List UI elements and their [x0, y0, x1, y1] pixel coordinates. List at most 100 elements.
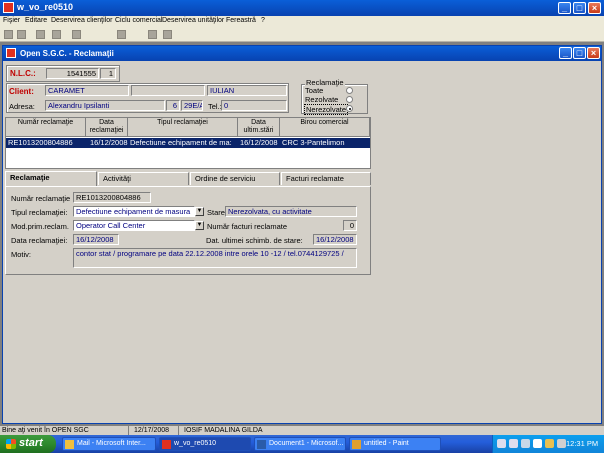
menu-file[interactable]: Fişier	[3, 17, 20, 24]
detail-date-field[interactable]: 16/12/2008	[73, 234, 119, 245]
print-icon[interactable]	[72, 30, 81, 39]
new-icon[interactable]	[36, 30, 45, 39]
detail-mode-field[interactable]: Operator Call Center	[73, 220, 195, 231]
child-window: Open S.G.C. - Reclamaţii _ □ × N.L.C.: 1…	[2, 45, 602, 424]
tab-service-orders[interactable]: Ordine de serviciu	[190, 172, 280, 185]
minimize-icon[interactable]: _	[558, 2, 571, 14]
menu-edit[interactable]: Editare	[25, 17, 47, 24]
tab-claimed-invoices[interactable]: Facturi reclamate	[281, 172, 371, 185]
child-maximize-icon[interactable]: □	[573, 47, 586, 59]
nlc-field[interactable]: 1541555	[46, 68, 99, 79]
task-word[interactable]: Document1 - Microsof...	[254, 437, 346, 451]
task-mail[interactable]: Mail - Microsoft Inter...	[62, 437, 156, 451]
detail-mode-dropdown-icon[interactable]: ▼	[195, 221, 204, 230]
detail-state-field[interactable]: Nerezolvata, cu activitate	[225, 206, 357, 217]
prev-icon[interactable]	[17, 30, 26, 39]
start-button[interactable]: start	[0, 435, 56, 453]
tab-complaint[interactable]: Reclamaţie	[5, 171, 97, 186]
detail-date-label: Data reclamaţiei:	[11, 236, 68, 245]
start-label: start	[19, 437, 43, 449]
filter-unresolved-radio[interactable]	[346, 105, 353, 112]
save-icon[interactable]	[52, 30, 61, 39]
network-icon[interactable]	[497, 439, 506, 448]
detail-type-field[interactable]: Defectiune echipament de masura	[73, 206, 195, 217]
paste-icon[interactable]	[163, 30, 172, 39]
menu-bar: Fişier Editare Deservirea clienţilor Cic…	[0, 16, 604, 28]
child-close-icon[interactable]: ×	[587, 47, 600, 59]
detail-type-dropdown-icon[interactable]: ▼	[195, 207, 204, 216]
task-main-app-label: w_vo_re0510	[174, 440, 217, 447]
street-field[interactable]: Alexandru Ipsilanti	[45, 100, 165, 111]
client-first-name-field[interactable]: IULIAN	[207, 85, 287, 96]
col-header-office[interactable]: Birou comercial	[280, 118, 370, 137]
word-icon	[257, 440, 266, 449]
app-title-bar[interactable]: w_vo_re0510 _ □ ×	[0, 0, 604, 16]
detail-state-date-field[interactable]: 16/12/2008	[313, 234, 357, 245]
filter-all-radio[interactable]	[346, 87, 353, 94]
status-divider	[178, 426, 179, 435]
child-title-bar[interactable]: Open S.G.C. - Reclamaţii _ □ ×	[3, 46, 601, 61]
status-user: IOSIF MADALINA GILDA	[184, 427, 263, 434]
menu-units-service[interactable]: Deservirea unităţilor	[162, 17, 224, 24]
nlc-label: N.L.C.:	[10, 69, 36, 78]
tray-app-icon[interactable]	[521, 439, 530, 448]
detail-invoices-field[interactable]: 0	[343, 220, 357, 231]
copy-icon[interactable]	[148, 30, 157, 39]
tray-misc-icon[interactable]	[557, 439, 566, 448]
col-header-number[interactable]: Număr reclamaţie	[6, 118, 86, 137]
menu-commercial-cycle[interactable]: Ciclu comercial	[115, 17, 162, 24]
client-label: Client:	[9, 87, 34, 96]
filter-all-label[interactable]: Toate	[305, 86, 323, 95]
status-date: 12/17/2008	[134, 427, 170, 434]
app-icon	[162, 440, 171, 449]
menu-customer-service[interactable]: Deservirea clienţilor	[51, 17, 112, 24]
detail-state-date-label: Dat. ultimei schimb. de stare:	[206, 236, 303, 245]
cell-date: 16/12/2008	[90, 138, 128, 147]
address-label: Adresa:	[9, 102, 35, 111]
filter-resolved-label[interactable]: Rezolvate	[305, 95, 338, 104]
status-divider	[128, 426, 129, 435]
col-header-type[interactable]: Tipul reclamaţiei	[128, 118, 238, 137]
cell-type: Defectiune echipament de ma:	[130, 138, 232, 147]
monitor-icon[interactable]	[509, 439, 518, 448]
tab-activities[interactable]: Activităţi	[98, 172, 189, 185]
tel-field[interactable]: 0	[221, 100, 287, 111]
col-header-last-state[interactable]: Data ultim.stări	[238, 118, 280, 137]
child-title: Open S.G.C. - Reclamaţii	[20, 49, 114, 58]
app-icon	[3, 2, 14, 13]
block-field[interactable]: 29E/A	[181, 100, 203, 111]
client-middle-name-field[interactable]	[131, 85, 205, 96]
detail-reason-field[interactable]: contor stat / programare pe data 22.12.2…	[73, 248, 357, 268]
table-row[interactable]: RE1013200804886 16/12/2008 Defectiune ec…	[6, 138, 370, 148]
filter-resolved-radio[interactable]	[346, 96, 353, 103]
task-mail-label: Mail - Microsoft Inter...	[77, 440, 146, 447]
detail-reason-label: Motiv:	[11, 250, 32, 259]
col-header-date[interactable]: Data reclamaţiei	[86, 118, 128, 137]
cell-last-state: 16/12/2008	[240, 138, 278, 147]
client-last-name-field[interactable]: CARAMET	[45, 85, 129, 96]
mail-icon	[65, 440, 74, 449]
detail-mode-label: Mod.prim.reclam.	[11, 222, 69, 231]
task-paint[interactable]: untitled - Paint	[349, 437, 441, 451]
first-icon[interactable]	[4, 30, 13, 39]
task-word-label: Document1 - Microsof...	[269, 440, 344, 447]
child-minimize-icon[interactable]: _	[559, 47, 572, 59]
tel-label: Tel.:	[208, 102, 222, 111]
delete-icon[interactable]	[117, 30, 126, 39]
close-icon[interactable]: ×	[588, 2, 601, 14]
street-number-field[interactable]: 6	[166, 100, 180, 111]
volume-icon[interactable]	[533, 439, 542, 448]
clock: 12:31 PM	[566, 439, 599, 448]
task-main-app[interactable]: w_vo_re0510	[159, 437, 251, 451]
detail-invoices-label: Număr facturi reclamate	[207, 222, 288, 231]
detail-state-label: Stare	[207, 208, 225, 217]
menu-window[interactable]: Fereastră	[226, 17, 256, 24]
detail-number-field[interactable]: RE1013200804886	[73, 192, 151, 203]
security-icon[interactable]	[545, 439, 554, 448]
menu-help[interactable]: ?	[261, 17, 265, 24]
nlc-seq-field[interactable]: 1	[100, 68, 116, 79]
maximize-icon[interactable]: □	[573, 2, 586, 14]
cell-number: RE1013200804886	[8, 138, 73, 147]
complaints-grid[interactable]: Număr reclamaţie Data reclamaţiei Tipul …	[5, 117, 371, 169]
filter-unresolved-label[interactable]: Nerezolvate	[304, 104, 349, 115]
